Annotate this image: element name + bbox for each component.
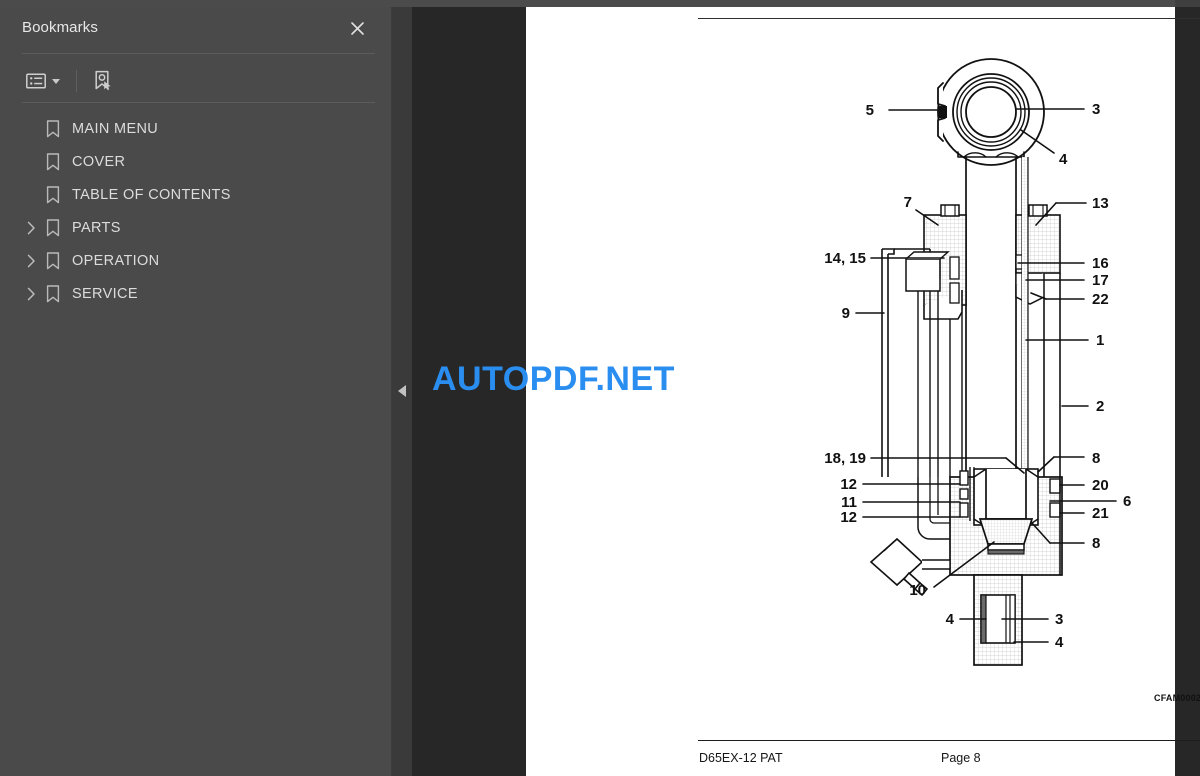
- callout-2: 2: [1096, 398, 1104, 415]
- expand-twisty-operation[interactable]: [22, 252, 40, 270]
- callout-4-bottom-left: 4: [946, 611, 955, 628]
- pdf-page: 5 3 4 7 13 14, 15 16 17 22 9 1 2 18, 19 …: [526, 7, 1200, 776]
- new-bookmark-button[interactable]: [89, 67, 117, 95]
- collapse-left-icon: [398, 385, 406, 397]
- bookmark-icon: [42, 217, 64, 239]
- callout-14-15: 14, 15: [824, 250, 866, 267]
- callout-20: 20: [1092, 477, 1109, 494]
- bookmark-label: TABLE OF CONTENTS: [72, 186, 231, 203]
- bookmark-icon: [42, 184, 64, 206]
- callout-18-19: 18, 19: [824, 450, 866, 467]
- bookmark-label: COVER: [72, 153, 126, 170]
- callout-22: 22: [1092, 291, 1109, 308]
- bookmarks-panel: Bookmarks MAIN MENU COVER TABLE OF CONTE…: [0, 7, 392, 776]
- callout-13: 13: [1092, 195, 1109, 212]
- callout-7: 7: [904, 194, 912, 211]
- chevron-down-icon: [52, 78, 60, 84]
- bookmark-label: MAIN MENU: [72, 120, 159, 137]
- bookmark-item-table-of-contents[interactable]: TABLE OF CONTENTS: [0, 178, 391, 211]
- callout-17: 17: [1092, 272, 1109, 289]
- callout-12-lower: 12: [840, 509, 857, 526]
- bookmark-icon: [42, 151, 64, 173]
- chevron-right-icon: [27, 287, 35, 300]
- bookmark-item-cover[interactable]: COVER: [0, 145, 391, 178]
- window-top-bar: [0, 0, 1200, 7]
- panel-title: Bookmarks: [22, 19, 98, 36]
- bookmark-label: PARTS: [72, 219, 121, 236]
- callout-6: 6: [1123, 493, 1131, 510]
- document-viewport[interactable]: 5 3 4 7 13 14, 15 16 17 22 9 1 2 18, 19 …: [412, 7, 1200, 776]
- callout-12-upper: 12: [840, 476, 857, 493]
- callout-3-bottom: 3: [1055, 611, 1063, 628]
- bookmarks-toolbar: [22, 65, 117, 97]
- bookmarks-header: Bookmarks: [0, 7, 391, 52]
- callout-8-upper: 8: [1092, 450, 1100, 467]
- new-bookmark-icon: [95, 70, 111, 91]
- bookmark-item-service[interactable]: SERVICE: [0, 277, 391, 310]
- callout-4-top: 4: [1059, 151, 1068, 168]
- toolbar-divider: [22, 102, 375, 103]
- bookmark-icon: [42, 250, 64, 272]
- diagram-svg: 5 3 4 7 13 14, 15 16 17 22 9 1 2 18, 19 …: [824, 58, 1131, 666]
- bookmark-icon: [42, 283, 64, 305]
- bookmark-tree: MAIN MENU COVER TABLE OF CONTENTS PARTS …: [0, 112, 391, 310]
- chevron-right-icon: [27, 221, 35, 234]
- bookmark-item-main-menu[interactable]: MAIN MENU: [0, 112, 391, 145]
- pdf-viewer-window: Bookmarks MAIN MENU COVER TABLE OF CONTE…: [0, 0, 1200, 776]
- callout-9: 9: [842, 305, 850, 322]
- callout-5: 5: [866, 102, 874, 119]
- figure-code: CFAM0002: [1154, 693, 1200, 703]
- footer-model: D65EX-12 PAT: [699, 751, 783, 765]
- collapse-sidebar-handle[interactable]: [392, 380, 412, 402]
- list-options-icon: [26, 73, 46, 89]
- header-divider: [22, 53, 375, 54]
- callout-21: 21: [1092, 505, 1109, 522]
- callout-3-top: 3: [1092, 101, 1100, 118]
- bookmark-label: SERVICE: [72, 285, 138, 302]
- hydraulic-cylinder-diagram: 5 3 4 7 13 14, 15 16 17 22 9 1 2 18, 19 …: [526, 7, 1175, 776]
- page-footer-rule: [698, 740, 1200, 741]
- bookmark-options-button[interactable]: [22, 70, 64, 92]
- callout-16: 16: [1092, 255, 1109, 272]
- callout-8-lower: 8: [1092, 535, 1100, 552]
- footer-page-number: Page 8: [941, 751, 981, 765]
- callout-10: 10: [909, 582, 926, 599]
- callout-4-bottom-right: 4: [1055, 634, 1064, 651]
- close-icon: [350, 21, 364, 35]
- bookmark-item-operation[interactable]: OPERATION: [0, 244, 391, 277]
- expand-twisty-service[interactable]: [22, 285, 40, 303]
- bookmark-icon: [42, 118, 64, 140]
- chevron-right-icon: [27, 254, 35, 267]
- toolbar-separator: [76, 70, 77, 92]
- close-panel-button[interactable]: [345, 16, 369, 40]
- callout-1: 1: [1096, 332, 1104, 349]
- bookmark-item-parts[interactable]: PARTS: [0, 211, 391, 244]
- window-top-bar-right: [1175, 0, 1200, 7]
- bookmark-label: OPERATION: [72, 252, 160, 269]
- expand-twisty-parts[interactable]: [22, 219, 40, 237]
